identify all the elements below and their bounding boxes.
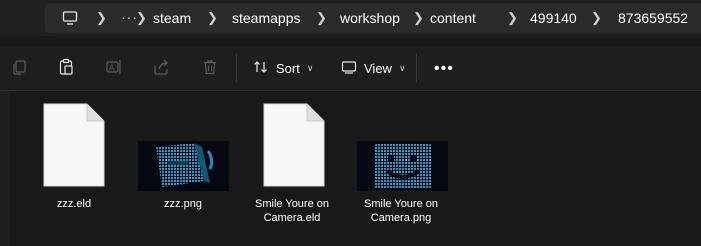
- view-button[interactable]: View ∨: [341, 58, 406, 78]
- sort-icon: [253, 59, 269, 78]
- breadcrumb-item-current[interactable]: 873659552: [618, 10, 688, 26]
- chevron-right-icon[interactable]: ❯: [507, 10, 518, 26]
- chevron-right-icon[interactable]: ❯: [136, 10, 147, 26]
- paste-icon[interactable]: [57, 58, 75, 81]
- breadcrumb-item-content[interactable]: content: [430, 10, 476, 26]
- image-thumbnail: [138, 141, 229, 196]
- more-options-button[interactable]: •••: [434, 60, 454, 78]
- file-name: zzz.eld: [56, 198, 92, 210]
- sort-button[interactable]: Sort ∨: [253, 58, 313, 78]
- copy-icon[interactable]: [10, 58, 28, 81]
- share-icon[interactable]: [152, 58, 170, 81]
- file-name: zzz.png: [164, 198, 202, 210]
- toolbar-divider: [416, 54, 417, 82]
- sort-label: Sort: [276, 60, 300, 76]
- document-file-icon: [263, 103, 325, 192]
- breadcrumb-item-workshop[interactable]: workshop: [340, 10, 400, 26]
- this-pc-icon[interactable]: [62, 10, 78, 31]
- view-label: View: [364, 60, 392, 76]
- chevron-down-icon: ∨: [398, 62, 406, 73]
- toolbar-divider: [236, 54, 237, 82]
- breadcrumb-item-folder-id[interactable]: 499140: [530, 10, 577, 26]
- file-name: Smile Youre on Camera.png: [364, 198, 438, 224]
- chevron-right-icon[interactable]: ❯: [96, 10, 107, 26]
- address-bar: ❯ ··· ❯ steam ❯ steamapps ❯ workshop ❯ c…: [0, 0, 701, 36]
- chevron-right-icon[interactable]: ❯: [316, 10, 327, 26]
- svg-text:A: A: [109, 64, 115, 73]
- rename-icon[interactable]: A: [105, 58, 123, 81]
- breadcrumb-item-steamapps[interactable]: steamapps: [232, 10, 300, 26]
- view-icon: [341, 59, 357, 78]
- chevron-right-icon[interactable]: ❯: [591, 10, 602, 26]
- chevron-down-icon: ∨: [306, 62, 314, 73]
- delete-icon[interactable]: [201, 58, 219, 81]
- command-bar: A Sort ∨ View ∨ •••: [0, 46, 701, 91]
- breadcrumb-item-steam[interactable]: steam: [153, 10, 191, 26]
- file-name: Smile Youre on Camera.eld: [255, 198, 329, 224]
- chevron-right-icon[interactable]: ❯: [413, 10, 424, 26]
- document-file-icon: [43, 103, 105, 192]
- chevron-right-icon[interactable]: ❯: [207, 10, 218, 26]
- navigation-pane-edge: [0, 91, 10, 246]
- image-thumbnail: [357, 141, 448, 196]
